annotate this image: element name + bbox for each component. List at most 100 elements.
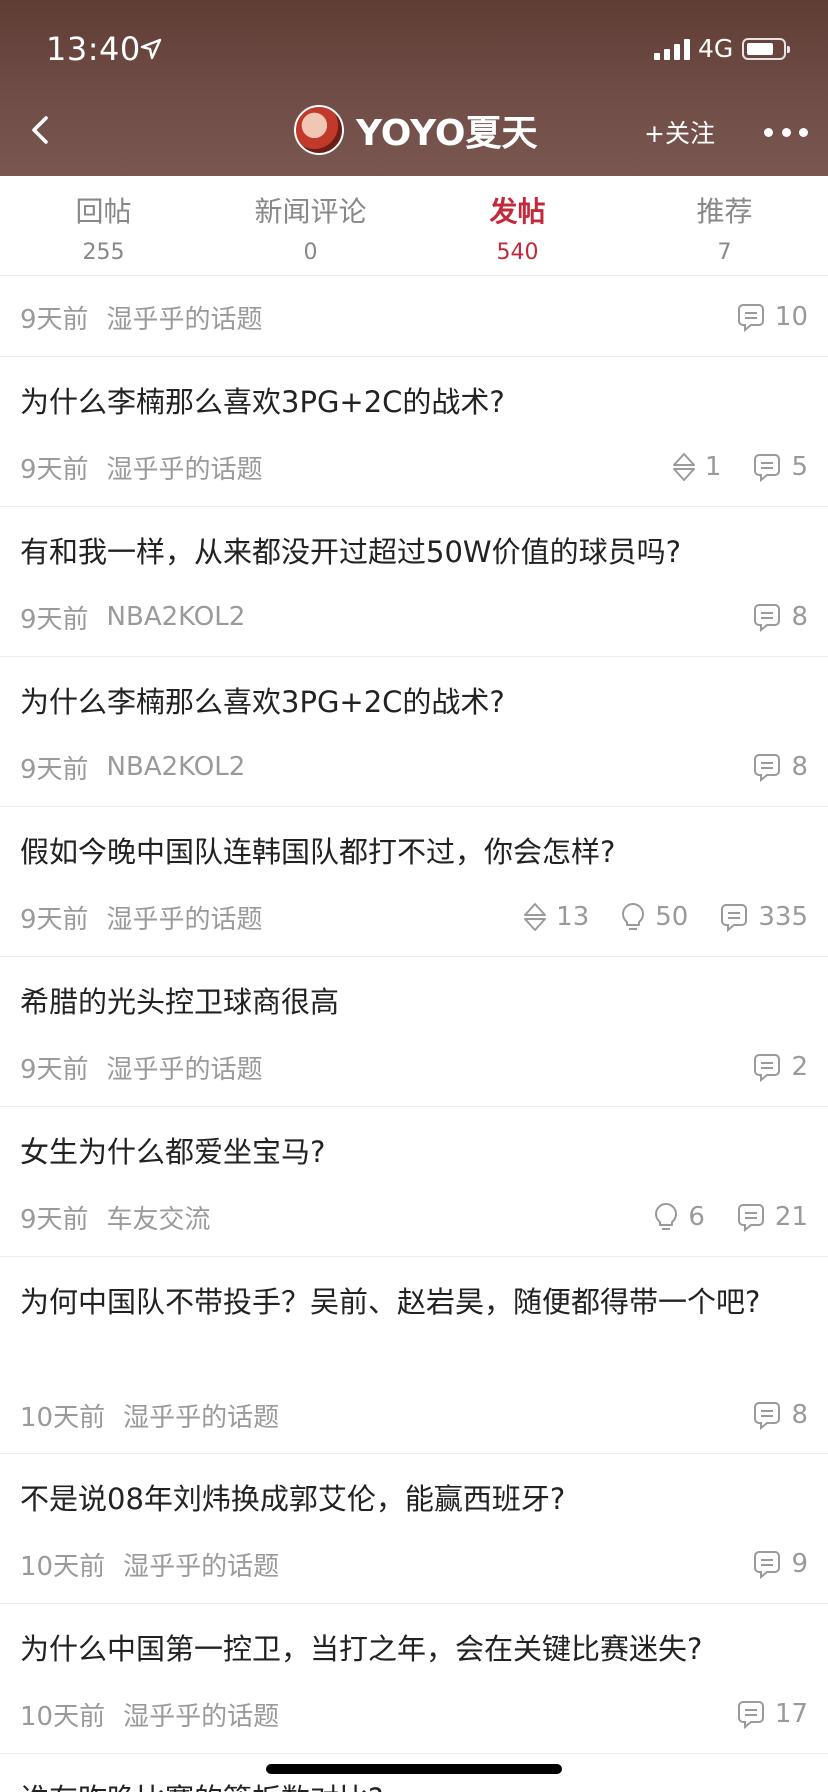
comment-icon [737, 1204, 764, 1233]
comment-count: 17 [735, 1698, 808, 1730]
post-meta: 9天前 湿乎乎的话题 13 50 335 [20, 897, 808, 937]
light-count: 6 [652, 1201, 705, 1233]
battery-icon [742, 38, 790, 60]
light-count-value: 6 [688, 1202, 705, 1232]
comment-count: 5 [751, 451, 808, 483]
profile-tabs: 回帖 255 新闻评论 0 发帖 540 推荐 7 [0, 176, 828, 276]
comment-count: 335 [718, 901, 808, 933]
post-time: 9天前 [20, 1204, 89, 1235]
comment-count: 8 [751, 751, 808, 783]
network-type: 4G [698, 34, 734, 63]
list-item[interactable]: 9天前 湿乎乎的话题 10 [0, 277, 828, 357]
list-item[interactable]: 有和我一样，从来都没开过超过50W价值的球员吗? 9天前 NBA2KOL2 8 [0, 507, 828, 657]
post-board[interactable]: NBA2KOL2 [107, 752, 246, 782]
comment-count-value: 8 [791, 1400, 808, 1430]
post-meta: 9天前 NBA2KOL2 8 [20, 597, 808, 637]
comment-count-value: 5 [791, 452, 808, 482]
post-title: 谁有昨晚比赛的篮板数对比? [20, 1776, 800, 1792]
tab-count: 7 [717, 240, 732, 265]
post-time: 9天前 [20, 454, 89, 485]
post-board[interactable]: 湿乎乎的话题 [107, 1049, 263, 1086]
list-item[interactable]: 希腊的光头控卫球商很高 9天前 湿乎乎的话题 2 [0, 957, 828, 1107]
user-identity[interactable]: YOYO夏天 [294, 104, 538, 156]
post-title: 为什么中国第一控卫，当打之年，会在关键比赛迷失? [20, 1632, 703, 1666]
dot-icon [799, 127, 808, 137]
tab-label: 推荐 [696, 195, 753, 228]
comment-count: 10 [735, 301, 808, 333]
tab-label: 回帖 [75, 195, 132, 228]
profile-header: 13:40 4G YOYO夏天 +关注 [0, 0, 828, 176]
post-board[interactable]: NBA2KOL2 [107, 602, 246, 632]
comment-icon [754, 454, 781, 483]
post-meta: 10天前 湿乎乎的话题 9 [20, 1544, 808, 1584]
follow-button[interactable]: +关注 [644, 114, 715, 150]
post-board[interactable]: 湿乎乎的话题 [123, 1546, 279, 1583]
lightbulb-icon [655, 1203, 678, 1230]
back-button[interactable] [24, 110, 60, 150]
comment-count-value: 2 [791, 1052, 808, 1082]
comment-icon [754, 754, 781, 783]
post-time: 9天前 [20, 304, 89, 335]
post-time: 9天前 [20, 604, 89, 635]
list-item[interactable]: 假如今晚中国队连韩国队都打不过，你会怎样? 9天前 湿乎乎的话题 13 50 3… [0, 807, 828, 957]
upvote-count-value: 13 [556, 902, 590, 932]
upvote-icon [524, 903, 547, 931]
post-stats: 9 [721, 1548, 808, 1580]
list-item[interactable]: 为什么中国第一控卫，当打之年，会在关键比赛迷失? 10天前 湿乎乎的话题 17 [0, 1604, 828, 1754]
tab-recommended[interactable]: 推荐 7 [621, 176, 828, 275]
tab-count: 540 [496, 240, 539, 265]
post-title: 假如今晚中国队连韩国队都打不过，你会怎样? [20, 835, 616, 869]
post-title: 为什么李楠那么喜欢3PG+2C的战术? [20, 685, 505, 719]
post-meta: 10天前 湿乎乎的话题 8 [20, 1395, 808, 1435]
tab-news-comments[interactable]: 新闻评论 0 [207, 176, 414, 275]
list-item[interactable]: 不是说08年刘炜换成郭艾伦，能赢西班牙? 10天前 湿乎乎的话题 9 [0, 1454, 828, 1604]
home-indicator[interactable] [266, 1764, 562, 1774]
post-time: 10天前 [20, 1402, 106, 1433]
post-board[interactable]: 湿乎乎的话题 [107, 899, 263, 936]
list-item[interactable]: 女生为什么都爱坐宝马? 9天前 车友交流 6 21 [0, 1107, 828, 1257]
tab-posts[interactable]: 发帖 540 [414, 176, 621, 275]
comment-count: 2 [751, 1051, 808, 1083]
comment-count-value: 9 [791, 1549, 808, 1579]
comment-count-value: 8 [791, 752, 808, 782]
light-count: 50 [619, 901, 688, 933]
post-stats: 6 21 [622, 1201, 808, 1233]
post-meta: 9天前 湿乎乎的话题 10 [20, 297, 808, 337]
post-time: 9天前 [20, 904, 89, 935]
post-title: 为什么李楠那么喜欢3PG+2C的战术? [20, 385, 505, 419]
comment-icon [754, 1054, 781, 1083]
post-time: 9天前 [20, 754, 89, 785]
post-title: 希腊的光头控卫球商很高 [20, 985, 340, 1019]
list-item[interactable]: 为什么李楠那么喜欢3PG+2C的战术? 9天前 湿乎乎的话题 1 5 [0, 357, 828, 507]
post-board[interactable]: 湿乎乎的话题 [123, 1397, 279, 1434]
post-title: 为何中国队不带投手？吴前、赵岩昊，随便都得带一个吧? [20, 1285, 761, 1319]
comment-count-value: 17 [774, 1699, 808, 1729]
list-item[interactable]: 为什么李楠那么喜欢3PG+2C的战术? 9天前 NBA2KOL2 8 [0, 657, 828, 807]
post-meta: 9天前 湿乎乎的话题 1 5 [20, 447, 808, 487]
light-count-value: 50 [655, 902, 689, 932]
dot-icon [764, 127, 773, 137]
post-board[interactable]: 湿乎乎的话题 [107, 449, 263, 486]
lightbulb-icon [622, 903, 645, 930]
comment-count-value: 335 [758, 902, 808, 932]
post-board[interactable]: 车友交流 [107, 1199, 211, 1236]
post-stats: 17 [705, 1698, 808, 1730]
post-stats: 2 [721, 1051, 808, 1083]
more-options-button[interactable] [764, 112, 808, 152]
comment-count: 8 [751, 601, 808, 633]
post-board[interactable]: 湿乎乎的话题 [123, 1696, 279, 1733]
post-meta: 9天前 湿乎乎的话题 2 [20, 1047, 808, 1087]
comment-icon [754, 604, 781, 633]
post-stats: 13 50 335 [492, 901, 808, 933]
post-meta: 9天前 车友交流 6 21 [20, 1197, 808, 1237]
post-board[interactable]: 湿乎乎的话题 [107, 299, 263, 336]
comment-count: 21 [735, 1201, 808, 1233]
comment-icon [737, 304, 764, 333]
list-item[interactable]: 为何中国队不带投手？吴前、赵岩昊，随便都得带一个吧? 10天前 湿乎乎的话题 8 [0, 1257, 828, 1454]
tab-label: 新闻评论 [254, 195, 367, 228]
avatar[interactable] [294, 105, 344, 155]
tab-replies[interactable]: 回帖 255 [0, 176, 207, 275]
comment-icon [737, 1701, 764, 1730]
tab-label: 发帖 [489, 195, 546, 228]
post-meta: 9天前 NBA2KOL2 8 [20, 747, 808, 787]
